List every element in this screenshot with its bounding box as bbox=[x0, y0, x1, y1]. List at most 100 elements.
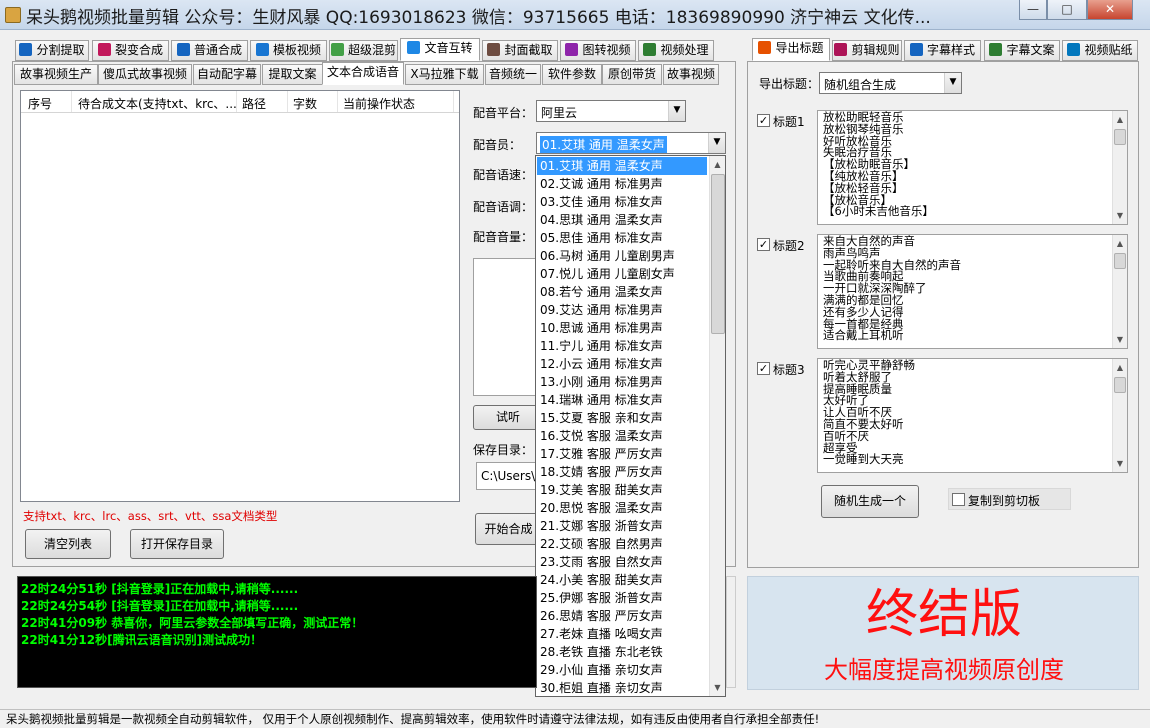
pitch-label: 配音语调： bbox=[473, 200, 534, 214]
export-mode-select[interactable]: 随机组合生成 ▼ bbox=[819, 72, 962, 94]
main-tab-9[interactable]: 视频处理 bbox=[638, 40, 714, 61]
speaker-option[interactable]: 15.艾夏 客服 亲和女声 bbox=[537, 409, 707, 427]
sub-tab-9[interactable]: 原创带货 bbox=[602, 64, 662, 85]
speaker-option[interactable]: 21.艾娜 客服 浙普女声 bbox=[537, 517, 707, 535]
speaker-option[interactable]: 29.小仙 直播 亲切女声 bbox=[537, 661, 707, 679]
speaker-option[interactable]: 28.老铁 直播 东北老铁 bbox=[537, 643, 707, 661]
copy-clipboard-checkbox[interactable] bbox=[952, 493, 965, 506]
speaker-option[interactable]: 30.柜姐 直播 亲切女声 bbox=[537, 679, 707, 697]
title-group-checkbox[interactable]: ✓ bbox=[757, 362, 770, 375]
text-file-table[interactable]: 序号 待合成文本(支持txt、krc、... 路径 字数 当前操作状态 bbox=[20, 90, 460, 502]
main-tab-2[interactable]: 裂变合成 bbox=[92, 40, 169, 61]
sub-tab-6[interactable]: X马拉雅下载 bbox=[405, 64, 484, 85]
platform-select[interactable]: 阿里云 ▼ bbox=[536, 100, 686, 122]
main-tab-4[interactable]: 模板视频 bbox=[250, 40, 327, 61]
speaker-option[interactable]: 04.思琪 通用 温柔女声 bbox=[537, 211, 707, 229]
open-save-dir-button[interactable]: 打开保存目录 bbox=[130, 529, 224, 559]
sub-tab-8[interactable]: 软件参数 bbox=[542, 64, 602, 85]
sub-tab-4[interactable]: 提取文案 bbox=[262, 64, 323, 85]
right-tab-1[interactable]: 导出标题 bbox=[752, 38, 830, 61]
scroll-down-icon[interactable]: ▼ bbox=[1113, 331, 1127, 348]
preview-text-area[interactable] bbox=[473, 258, 543, 396]
scroll-down-icon[interactable]: ▼ bbox=[710, 679, 725, 696]
right-tab-label: 剪辑规则 bbox=[851, 43, 900, 57]
right-tab-3[interactable]: 字幕样式 bbox=[904, 40, 981, 61]
title-group-textbox[interactable]: 听完心灵平静舒畅 听着太舒服了 提高睡眠质量 太好听了 让人百听不厌 简直不要太好听 百听不… bbox=[817, 358, 1128, 473]
scroll-up-icon[interactable]: ▲ bbox=[1113, 111, 1127, 128]
title-group-textbox[interactable]: 来自大自然的声音 雨声鸟鸣声 一起聆听来自大自然的声音 当歌曲前奏响起 一开口就深深陶醉… bbox=[817, 234, 1128, 349]
scroll-down-icon[interactable]: ▼ bbox=[1113, 207, 1127, 224]
speaker-option[interactable]: 18.艾婧 客服 严厉女声 bbox=[537, 463, 707, 481]
dropdown-scrollbar[interactable]: ▲ ▼ bbox=[709, 156, 725, 696]
scrollbar-thumb[interactable] bbox=[1114, 253, 1126, 269]
mix-icon bbox=[330, 43, 344, 56]
scroll-up-icon[interactable]: ▲ bbox=[710, 156, 725, 173]
right-tab-2[interactable]: 剪辑规则 bbox=[832, 40, 902, 61]
main-tab-6[interactable]: 文音互转 bbox=[400, 38, 480, 61]
speaker-option[interactable]: 26.思婧 客服 严厉女声 bbox=[537, 607, 707, 625]
sub-tab-7[interactable]: 音频统一 bbox=[485, 64, 541, 85]
sub-tab-2[interactable]: 傻瓜式故事视频 bbox=[98, 64, 192, 85]
maximize-button[interactable]: □ bbox=[1047, 0, 1087, 20]
speaker-option[interactable]: 24.小美 客服 甜美女声 bbox=[537, 571, 707, 589]
speaker-option[interactable]: 14.瑞琳 通用 标准女声 bbox=[537, 391, 707, 409]
title-group-scrollbar[interactable]: ▲ ▼ bbox=[1112, 235, 1127, 348]
speaker-option[interactable]: 17.艾雅 客服 严厉女声 bbox=[537, 445, 707, 463]
speaker-option[interactable]: 19.艾美 客服 甜美女声 bbox=[537, 481, 707, 499]
speaker-option[interactable]: 06.马树 通用 儿童剧男声 bbox=[537, 247, 707, 265]
speaker-option[interactable]: 13.小刚 通用 标准男声 bbox=[537, 373, 707, 391]
main-tab-8[interactable]: 图转视频 bbox=[560, 40, 636, 61]
speaker-option[interactable]: 23.艾雨 客服 自然女声 bbox=[537, 553, 707, 571]
speaker-option[interactable]: 27.老妹 直播 吆喝女声 bbox=[537, 625, 707, 643]
title-group-scrollbar[interactable]: ▲ ▼ bbox=[1112, 111, 1127, 224]
title-group-checkbox[interactable]: ✓ bbox=[757, 114, 770, 127]
clear-list-button[interactable]: 清空列表 bbox=[25, 529, 111, 559]
scrollbar-thumb[interactable] bbox=[1114, 129, 1126, 145]
main-tab-7[interactable]: 封面截取 bbox=[482, 40, 558, 61]
scroll-up-icon[interactable]: ▲ bbox=[1113, 359, 1127, 376]
speaker-option[interactable]: 05.思佳 通用 标准女声 bbox=[537, 229, 707, 247]
minimize-button[interactable]: — bbox=[1019, 0, 1047, 20]
sub-tab-3[interactable]: 自动配字幕 bbox=[193, 64, 261, 85]
speaker-option[interactable]: 20.思悦 客服 温柔女声 bbox=[537, 499, 707, 517]
scroll-down-icon[interactable]: ▼ bbox=[1113, 455, 1127, 472]
start-synthesis-button[interactable]: 开始合成 bbox=[475, 513, 542, 545]
audition-button[interactable]: 试听 bbox=[473, 405, 543, 430]
speaker-dropdown-list[interactable]: 01.艾琪 通用 温柔女声 02.艾诚 通用 标准男声 03.艾佳 通用 标准女声 0… bbox=[535, 155, 726, 697]
sub-tab-1[interactable]: 故事视频生产 bbox=[14, 64, 98, 85]
scroll-up-icon[interactable]: ▲ bbox=[1113, 235, 1127, 252]
right-tab-5[interactable]: 视频贴纸 bbox=[1062, 40, 1138, 61]
speaker-option[interactable]: 16.艾悦 客服 温柔女声 bbox=[537, 427, 707, 445]
speaker-option[interactable]: 07.悦儿 通用 儿童剧女声 bbox=[537, 265, 707, 283]
speaker-select[interactable]: 01.艾琪 通用 温柔女声 ▼ bbox=[536, 132, 726, 154]
col-path: 路径 bbox=[242, 97, 267, 111]
main-tab-5[interactable]: 超级混剪 bbox=[329, 40, 398, 61]
speaker-option[interactable]: 10.思诚 通用 标准男声 bbox=[537, 319, 707, 337]
main-tab-1[interactable]: 分割提取 bbox=[15, 40, 89, 61]
speaker-option[interactable]: 01.艾琪 通用 温柔女声 bbox=[537, 157, 707, 175]
main-tab-label: 超级混剪 bbox=[347, 43, 396, 57]
random-generate-button[interactable]: 随机生成一个 bbox=[821, 485, 919, 518]
main-tab-3[interactable]: 普通合成 bbox=[171, 40, 248, 61]
speaker-option[interactable]: 09.艾达 通用 标准男声 bbox=[537, 301, 707, 319]
speaker-option[interactable]: 25.伊娜 客服 浙普女声 bbox=[537, 589, 707, 607]
speaker-option[interactable]: 08.若兮 通用 温柔女声 bbox=[537, 283, 707, 301]
log-scrollbar[interactable] bbox=[726, 576, 736, 688]
scrollbar-thumb[interactable] bbox=[711, 174, 725, 334]
title-group-scrollbar[interactable]: ▲ ▼ bbox=[1112, 359, 1127, 472]
sub-tab-5[interactable]: 文本合成语音 bbox=[322, 62, 404, 85]
speaker-option[interactable]: 02.艾诚 通用 标准男声 bbox=[537, 175, 707, 193]
copy-clipboard-option[interactable]: 复制到剪切板 bbox=[948, 488, 1071, 510]
speaker-option[interactable]: 22.艾硕 客服 自然男声 bbox=[537, 535, 707, 553]
sub-tab-10[interactable]: 故事视频 bbox=[663, 64, 719, 85]
speaker-option[interactable]: 12.小云 通用 标准女声 bbox=[537, 355, 707, 373]
title-group-textbox[interactable]: 放松助眠轻音乐 放松钢琴纯音乐 好听放松音乐 失眠治疗音乐 【放松助眠音乐】 【纯放松音乐… bbox=[817, 110, 1128, 225]
title-group-checkbox[interactable]: ✓ bbox=[757, 238, 770, 251]
save-dir-input[interactable]: C:\Users\ bbox=[476, 462, 542, 490]
close-button[interactable]: ✕ bbox=[1087, 0, 1133, 20]
speaker-option[interactable]: 11.宁儿 通用 标准女声 bbox=[537, 337, 707, 355]
title-group-label: 标题2 bbox=[773, 239, 805, 253]
right-tab-4[interactable]: 字幕文案 bbox=[984, 40, 1060, 61]
speaker-option[interactable]: 03.艾佳 通用 标准女声 bbox=[537, 193, 707, 211]
scrollbar-thumb[interactable] bbox=[1114, 377, 1126, 393]
